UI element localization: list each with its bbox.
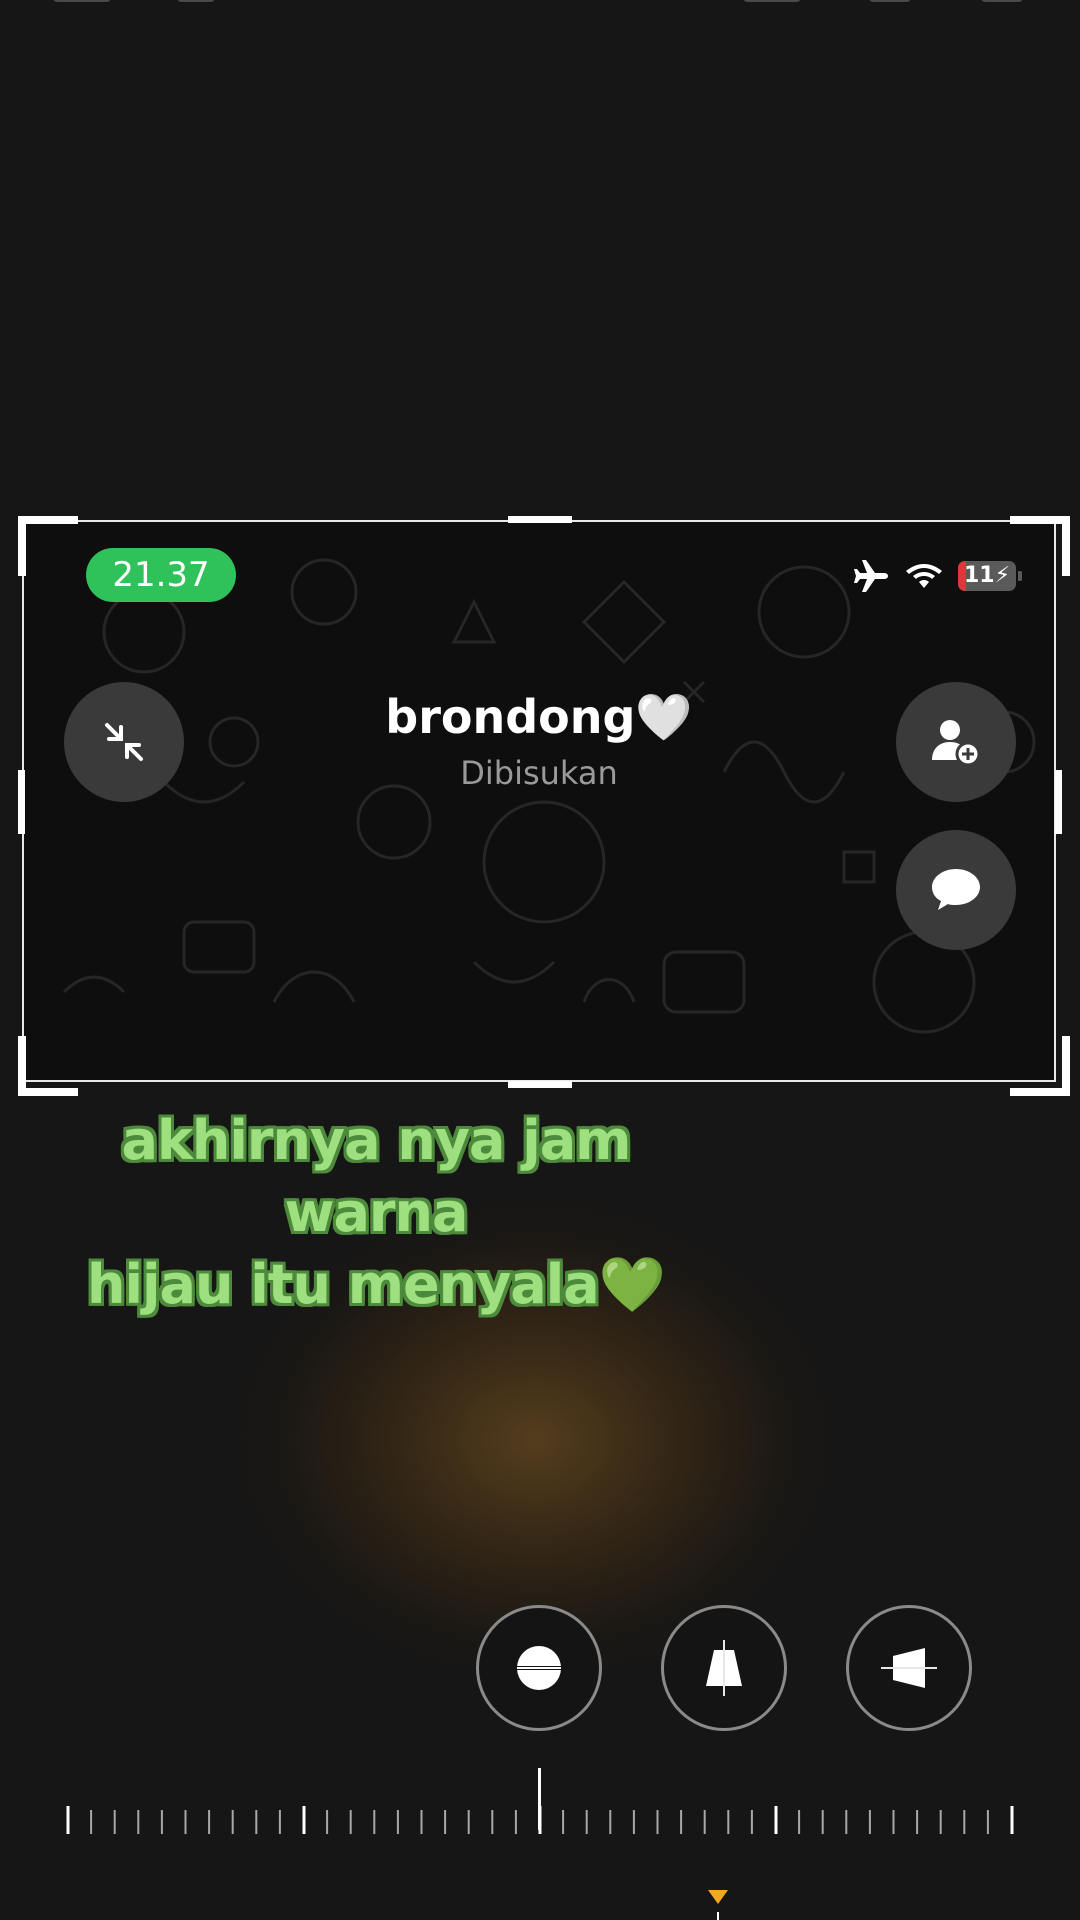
- dial-tick: [939, 1810, 942, 1834]
- crop-area[interactable]: 21.37 11⚡ brondong🤍 Dibisukan: [22, 520, 1056, 1082]
- dial-tick: [326, 1810, 329, 1834]
- call-time-pill[interactable]: 21.37: [86, 548, 236, 602]
- battery-level: 11: [963, 563, 995, 588]
- straighten-dial[interactable]: [0, 1760, 1080, 1840]
- dial-tick: [373, 1810, 376, 1834]
- dial-tick: [255, 1810, 258, 1834]
- dial-tick: [444, 1810, 447, 1834]
- dial-tick: [632, 1810, 635, 1834]
- crop-handle-left[interactable]: [18, 770, 25, 834]
- dial-tick: [727, 1810, 730, 1834]
- dial-tick: [609, 1810, 612, 1834]
- crop-handle-top-left[interactable]: [18, 516, 78, 576]
- dial-tick: [66, 1806, 70, 1834]
- dial-center-indicator: [538, 1768, 541, 1830]
- horizontal-perspective-button[interactable]: [846, 1605, 972, 1731]
- dial-tick: [845, 1810, 848, 1834]
- chat-wallpaper-pattern: [62, 558, 1036, 1034]
- toolbar-icon[interactable]: [868, 0, 912, 2]
- caption-line-1: akhirnya nya jam warna: [121, 1109, 632, 1244]
- caption-line-2: hijau itu menyala: [87, 1253, 600, 1316]
- dial-tick: [184, 1810, 187, 1834]
- green-heart-emoji: 💚: [598, 1253, 666, 1316]
- dial-tick: [774, 1806, 778, 1834]
- dial-tick: [868, 1810, 871, 1834]
- battery-icon: 11⚡: [958, 561, 1022, 591]
- position-marker-icon: [708, 1890, 728, 1920]
- dial-tick: [703, 1810, 706, 1834]
- dial-tick: [349, 1810, 352, 1834]
- dial-tick: [986, 1810, 989, 1834]
- dial-tick: [916, 1810, 919, 1834]
- toolbar-icon[interactable]: [980, 0, 1024, 2]
- dial-tick: [160, 1810, 163, 1834]
- crop-handle-top-right[interactable]: [1010, 516, 1070, 576]
- crop-handle-right[interactable]: [1055, 770, 1062, 834]
- dial-tick: [585, 1810, 588, 1834]
- crop-handle-bottom-left[interactable]: [18, 1036, 78, 1096]
- top-toolbar: [0, 0, 1080, 14]
- toolbar-icon[interactable]: [176, 0, 216, 2]
- dial-tick: [892, 1810, 895, 1834]
- straighten-button[interactable]: [476, 1605, 602, 1731]
- straighten-icon: [511, 1646, 567, 1690]
- dial-tick: [302, 1806, 306, 1834]
- dial-tick: [821, 1810, 824, 1834]
- vertical-perspective-icon: [706, 1640, 742, 1696]
- dial-tick: [278, 1810, 281, 1834]
- toolbar-icon[interactable]: [52, 0, 112, 2]
- dial-tick: [396, 1810, 399, 1834]
- wifi-icon: [906, 564, 942, 588]
- dial-tick: [113, 1810, 116, 1834]
- add-participant-button[interactable]: [896, 682, 1016, 802]
- status-bar-icons: 11⚡: [850, 558, 1022, 594]
- horizontal-perspective-icon: [881, 1648, 937, 1688]
- dial-tick: [562, 1810, 565, 1834]
- dial-tick: [90, 1810, 93, 1834]
- person-add-icon: [932, 720, 981, 767]
- dial-tick: [231, 1810, 234, 1834]
- dial-tick: [656, 1810, 659, 1834]
- crop-handle-bottom-right[interactable]: [1010, 1036, 1070, 1096]
- dial-tick: [208, 1810, 211, 1834]
- dial-tick: [137, 1810, 140, 1834]
- dial-tick: [963, 1810, 966, 1834]
- airplane-mode-icon: [854, 560, 888, 592]
- dial-tick: [1010, 1806, 1014, 1834]
- dial-tick: [750, 1810, 753, 1834]
- dial-tick: [514, 1810, 517, 1834]
- chat-bubble-icon: [932, 869, 980, 910]
- message-button[interactable]: [896, 830, 1016, 950]
- toolbar-icon[interactable]: [742, 0, 802, 2]
- crop-handle-top[interactable]: [508, 516, 572, 523]
- dial-tick: [798, 1810, 801, 1834]
- dial-tick: [491, 1810, 494, 1834]
- dial-tick: [467, 1810, 470, 1834]
- vertical-perspective-button[interactable]: [661, 1605, 787, 1731]
- caption-text: akhirnya nya jam warna hijau itu menyala…: [36, 1105, 716, 1321]
- dial-tick: [680, 1810, 683, 1834]
- crop-handle-bottom[interactable]: [508, 1081, 572, 1088]
- dial-tick: [420, 1810, 423, 1834]
